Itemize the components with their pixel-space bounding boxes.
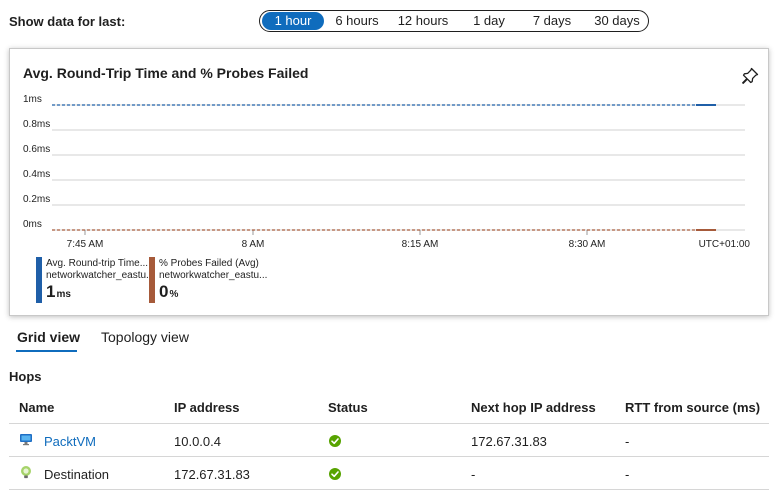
table-row[interactable]: PacktVM 10.0.0.4 172.67.31.83 - — [9, 424, 769, 457]
hop-rtt: - — [625, 467, 630, 482]
time-range-label: Show data for last: — [9, 14, 126, 29]
y-tick-label: 0.2ms — [23, 194, 50, 205]
pin-icon[interactable] — [741, 67, 759, 85]
hop-name: Destination — [44, 467, 110, 482]
range-6-hours-button[interactable]: 6 hours — [328, 12, 386, 30]
tab-grid-view[interactable]: Grid view — [17, 329, 80, 345]
table-row[interactable]: Destination 172.67.31.83 - - — [9, 457, 769, 490]
x-tick-label: 8:15 AM — [402, 239, 439, 250]
chart-title: Avg. Round-Trip Time and % Probes Failed — [23, 65, 309, 81]
hop-name-link[interactable]: PacktVM — [44, 434, 96, 449]
range-1-day-button[interactable]: 1 day — [460, 12, 518, 30]
table-header-row: Name IP address Status Next hop IP addre… — [9, 391, 769, 424]
range-1-hour-button[interactable]: 1 hour — [262, 12, 324, 30]
x-tick-label: 8:30 AM — [569, 239, 606, 250]
chart-card: Avg. Round-Trip Time and % Probes Failed… — [9, 48, 769, 316]
line-chart: 1ms 0.8ms 0.6ms 0.4ms 0.2ms 0ms 7:45 AM 8 AM 8:… — [23, 94, 751, 250]
legend-value-unit: ms — [56, 289, 71, 300]
legend-color-rtt — [36, 257, 42, 303]
view-tabs: Grid view Topology view — [0, 320, 780, 356]
column-header-status[interactable]: Status — [328, 400, 368, 415]
hop-ip-address: 10.0.0.4 — [174, 434, 221, 449]
column-header-next-hop[interactable]: Next hop IP address — [471, 400, 596, 415]
legend-value: 0% — [159, 282, 178, 302]
legend-series-source: networkwatcher_eastu... — [159, 270, 268, 281]
legend-value-unit: % — [169, 289, 179, 300]
range-7-days-button[interactable]: 7 days — [522, 12, 582, 30]
legend-item-rtt[interactable]: Avg. Round-trip Time... networkwatcher_e… — [36, 257, 154, 305]
column-header-ip-address[interactable]: IP address — [174, 400, 240, 415]
hop-next-hop-ip: 172.67.31.83 — [471, 434, 547, 449]
legend-value-number: 1 — [46, 282, 56, 301]
y-tick-label: 0.4ms — [23, 169, 50, 180]
hops-table: Name IP address Status Next hop IP addre… — [9, 391, 769, 490]
range-12-hours-button[interactable]: 12 hours — [390, 12, 456, 30]
y-tick-label: 0.8ms — [23, 119, 50, 130]
success-status-icon — [329, 435, 341, 447]
time-range-toolbar: Show data for last: 1 hour 6 hours 12 ho… — [0, 0, 780, 44]
legend-color-probes-failed — [149, 257, 155, 303]
legend-value: 1ms — [46, 282, 71, 302]
legend-series-source: networkwatcher_eastu... — [46, 270, 155, 281]
y-tick-label: 0ms — [23, 219, 42, 230]
x-tick-label: 8 AM — [242, 239, 265, 250]
y-tick-label: 0.6ms — [23, 144, 50, 155]
vm-icon — [19, 432, 33, 449]
range-30-days-button[interactable]: 30 days — [586, 12, 648, 30]
destination-icon — [19, 465, 33, 482]
y-tick-label: 1ms — [23, 94, 42, 105]
hop-rtt: - — [625, 434, 630, 449]
timezone-label: UTC+01:00 — [699, 239, 751, 250]
legend-series-name: % Probes Failed (Avg) — [159, 258, 259, 269]
x-tick-label: 7:45 AM — [67, 239, 104, 250]
tab-topology-view[interactable]: Topology view — [101, 329, 189, 345]
active-tab-indicator — [16, 350, 77, 352]
success-status-icon — [329, 468, 341, 480]
column-header-rtt[interactable]: RTT from source (ms) — [625, 400, 760, 415]
hop-ip-address: 172.67.31.83 — [174, 467, 250, 482]
hops-section-title: Hops — [9, 369, 42, 384]
legend-series-name: Avg. Round-trip Time... — [46, 258, 149, 269]
column-header-name[interactable]: Name — [19, 400, 54, 415]
legend-item-probes-failed[interactable]: % Probes Failed (Avg) networkwatcher_eas… — [149, 257, 267, 305]
legend-value-number: 0 — [159, 282, 169, 301]
hop-next-hop-ip: - — [471, 467, 476, 482]
time-range-selector: 1 hour 6 hours 12 hours 1 day 7 days 30 … — [259, 10, 649, 32]
